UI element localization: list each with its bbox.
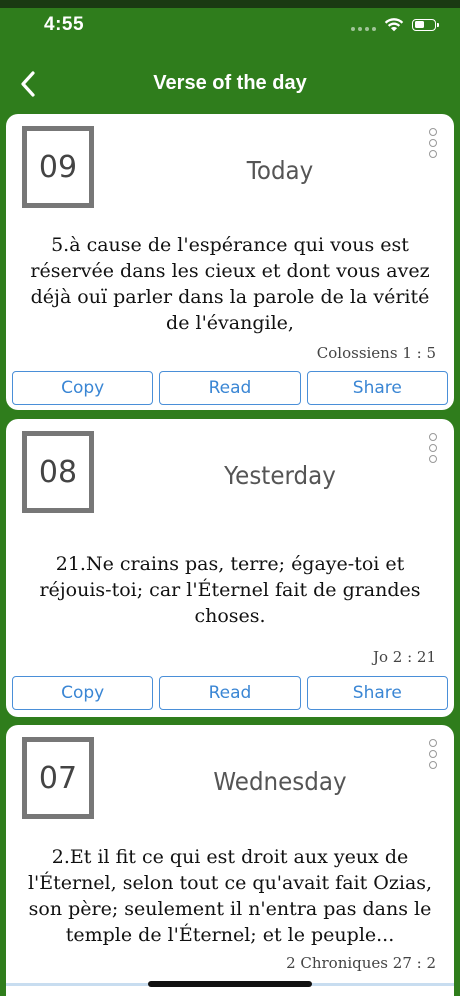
wifi-icon [384, 18, 404, 32]
more-options-icon[interactable] [422, 431, 444, 465]
verse-text: 2.Et il fit ce qui est droit aux yeux de… [27, 846, 433, 946]
day-label: Yesterday [224, 461, 336, 490]
verse-text: 5.à cause de l'espérance qui vous est ré… [30, 234, 430, 334]
read-button[interactable]: Read [159, 676, 301, 710]
cellular-signal-icon [351, 19, 376, 31]
status-bar: 4:55 [0, 8, 460, 44]
verse-reference: Colossiens 1 : 5 [316, 344, 436, 362]
verse-actions: Copy Read Share [12, 371, 448, 405]
read-button[interactable]: Read [159, 371, 301, 405]
more-options-icon[interactable] [422, 737, 444, 771]
home-indicator[interactable] [148, 981, 312, 987]
verse-card-today: 09 Today 5.à cause de l'espérance qui vo… [6, 114, 454, 410]
verse-card-wednesday: 07 Wednesday 2.Et il fit ce qui est droi… [6, 725, 454, 996]
day-label: Wednesday [213, 767, 347, 796]
day-label: Today [246, 156, 314, 185]
verse-card-yesterday: 08 Yesterday 21.Ne crains pas, terre; ég… [6, 419, 454, 717]
copy-button[interactable]: Copy [12, 371, 154, 405]
verse-reference: Jo 2 : 21 [372, 648, 436, 666]
page-title: Verse of the day [153, 72, 307, 94]
day-number-box: 08 [22, 431, 94, 513]
status-icons [351, 17, 439, 32]
share-button[interactable]: Share [306, 371, 448, 405]
verse-reference: 2 Chroniques 27 : 2 [286, 954, 436, 972]
share-button[interactable]: Share [306, 676, 448, 710]
day-number-box: 09 [22, 126, 94, 208]
verse-text: 21.Ne crains pas, terre; égaye-toi et ré… [39, 553, 421, 627]
top-edge [0, 0, 460, 8]
navigation-bar: Verse of the day [0, 60, 460, 110]
copy-button[interactable]: Copy [12, 676, 154, 710]
verse-actions: Copy Read Share [12, 676, 448, 710]
status-time: 4:55 [44, 14, 85, 35]
battery-icon [412, 18, 439, 31]
day-number-box: 07 [22, 737, 94, 819]
more-options-icon[interactable] [422, 126, 444, 160]
